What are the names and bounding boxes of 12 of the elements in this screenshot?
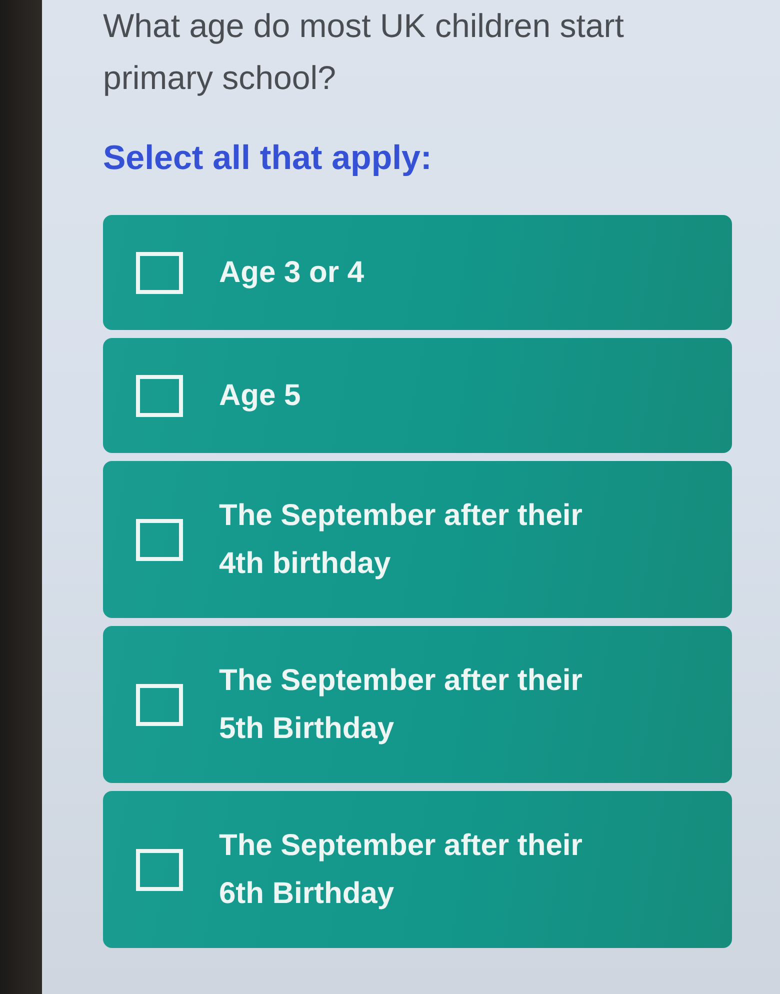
instruction-text: Select all that apply:: [103, 138, 433, 179]
answer-option[interactable]: The September after their 4th birthday: [103, 461, 732, 618]
checkbox[interactable]: [136, 252, 183, 294]
checkbox[interactable]: [136, 684, 183, 726]
answer-option[interactable]: Age 3 or 4: [103, 215, 732, 330]
checkbox[interactable]: [136, 518, 183, 560]
answer-option[interactable]: The September after their 5th Birthday: [103, 626, 732, 783]
answer-option[interactable]: The September after their 6th Birthday: [103, 791, 732, 948]
answer-option[interactable]: Age 5: [103, 338, 732, 453]
checkbox[interactable]: [136, 848, 183, 890]
question-text: What age do most UK children start primary school?: [103, 6, 625, 98]
checkbox[interactable]: [136, 374, 183, 416]
